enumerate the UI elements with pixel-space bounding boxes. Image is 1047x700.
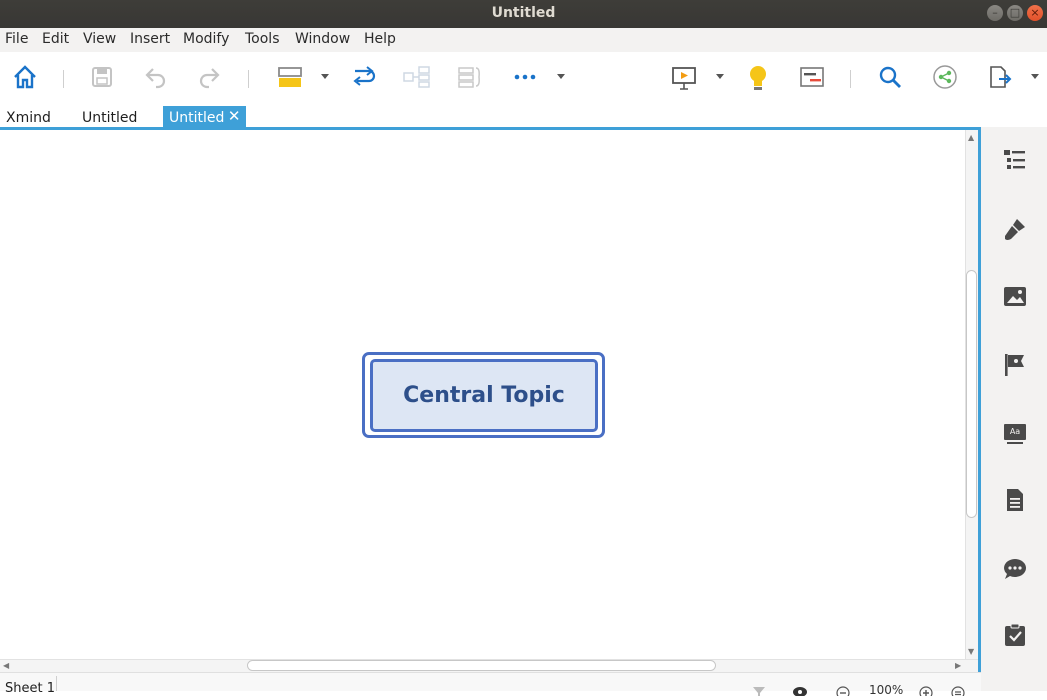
close-window-button[interactable]: × xyxy=(1027,5,1043,21)
undo-icon[interactable] xyxy=(144,64,168,92)
minimize-button[interactable]: – xyxy=(987,5,1003,21)
tab-untitled[interactable]: Untitled xyxy=(76,106,143,128)
scroll-left-icon[interactable]: ◀ xyxy=(3,661,9,670)
status-bar: Sheet 1 100% xyxy=(0,672,981,700)
chevron-down-icon[interactable] xyxy=(557,74,565,79)
summary-structure-icon[interactable] xyxy=(403,64,431,92)
home-icon[interactable] xyxy=(12,64,38,92)
scroll-up-icon[interactable]: ▲ xyxy=(968,133,974,142)
menu-file[interactable]: File xyxy=(5,31,28,47)
text-style-icon[interactable]: Aa xyxy=(1002,420,1028,446)
outline-icon[interactable] xyxy=(1002,147,1028,173)
horizontal-scroll-thumb[interactable] xyxy=(247,660,716,671)
comments-icon[interactable] xyxy=(1002,555,1028,581)
more-icon[interactable] xyxy=(513,64,537,92)
menu-edit[interactable]: Edit xyxy=(42,31,69,47)
tab-bar: Xmind Untitled Untitled ✕ xyxy=(0,104,1047,128)
central-topic[interactable]: Central Topic xyxy=(370,359,598,432)
tab-label: Untitled xyxy=(82,110,138,126)
zoom-level: 100% xyxy=(869,683,904,697)
menu-bar: File Edit View Insert Modify Tools Windo… xyxy=(0,28,1047,52)
scroll-down-icon[interactable]: ▼ xyxy=(968,647,974,656)
menu-insert[interactable]: Insert xyxy=(130,31,170,47)
menu-tools[interactable]: Tools xyxy=(245,31,280,47)
search-icon[interactable] xyxy=(877,64,903,92)
image-icon[interactable] xyxy=(1002,284,1028,310)
right-panel xyxy=(981,127,1047,691)
chevron-down-icon[interactable] xyxy=(321,74,329,79)
scroll-right-icon[interactable]: ▶ xyxy=(955,661,961,670)
toolbar-separator xyxy=(248,70,249,88)
format-brush-icon[interactable] xyxy=(1002,216,1028,242)
share-icon[interactable] xyxy=(932,64,958,92)
chevron-down-icon[interactable] xyxy=(1031,74,1039,79)
export-icon[interactable] xyxy=(987,64,1013,92)
menu-view[interactable]: View xyxy=(83,31,116,47)
toolbar-separator xyxy=(63,70,64,88)
tab-xmind[interactable]: Xmind xyxy=(0,106,57,128)
redo-icon[interactable] xyxy=(197,64,221,92)
tab-untitled-active[interactable]: Untitled ✕ xyxy=(163,106,247,128)
topic-style-icon[interactable] xyxy=(277,64,303,92)
toolbar xyxy=(0,52,1047,104)
task-icon[interactable] xyxy=(1002,622,1028,648)
tab-label: Untitled xyxy=(169,110,225,126)
menu-help[interactable]: Help xyxy=(364,31,396,47)
toolbar-separator xyxy=(850,70,851,88)
svg-text:Aa: Aa xyxy=(1010,427,1020,436)
maximize-button[interactable]: □ xyxy=(1007,5,1023,21)
boundary-icon[interactable] xyxy=(457,64,483,92)
gantt-icon[interactable] xyxy=(799,64,825,92)
sheet-tab[interactable]: Sheet 1 xyxy=(5,681,55,696)
idea-bulb-icon[interactable] xyxy=(747,64,769,92)
title-bar: Untitled – □ × xyxy=(0,0,1047,28)
save-icon[interactable] xyxy=(91,64,113,92)
tab-label: Xmind xyxy=(6,110,51,126)
close-icon[interactable]: ✕ xyxy=(228,107,241,125)
window-title: Untitled xyxy=(491,5,556,21)
marker-flag-icon[interactable] xyxy=(1002,352,1028,378)
menu-window[interactable]: Window xyxy=(295,31,350,47)
vertical-scroll-thumb[interactable] xyxy=(966,270,977,518)
central-topic-label: Central Topic xyxy=(403,383,565,408)
menu-modify[interactable]: Modify xyxy=(183,31,229,47)
presentation-icon[interactable] xyxy=(671,64,697,92)
notes-icon[interactable] xyxy=(1002,487,1028,513)
chevron-down-icon[interactable] xyxy=(716,74,724,79)
status-separator xyxy=(56,676,57,691)
relationship-icon[interactable] xyxy=(351,64,377,92)
